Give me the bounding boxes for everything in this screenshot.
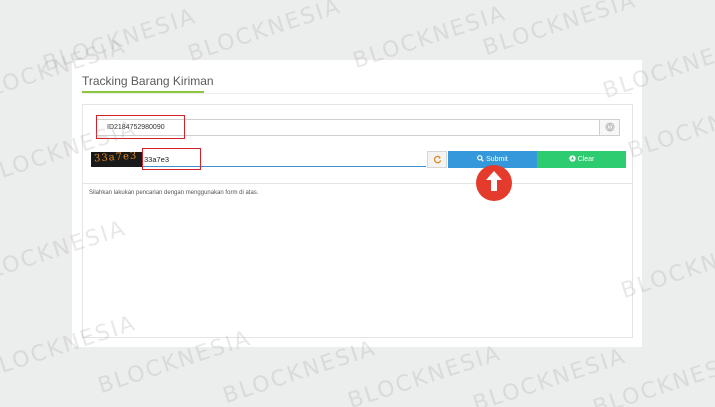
refresh-captcha-button[interactable] xyxy=(427,151,447,168)
submit-label: Submit xyxy=(486,156,508,163)
captcha-highlight-box xyxy=(142,148,201,170)
result-message: Silahkan lakukan pencarian dengan menggu… xyxy=(89,190,259,196)
tracking-input-addon xyxy=(600,119,620,136)
watermark-text: BLOCKNESIA xyxy=(590,347,715,407)
captcha-image: 33a7e3 xyxy=(91,152,142,167)
clear-label: Clear xyxy=(577,156,595,163)
recycle-icon xyxy=(568,155,576,164)
search-icon xyxy=(477,155,484,164)
refresh-icon xyxy=(433,151,442,169)
page-title: Tracking Barang Kiriman xyxy=(82,74,214,88)
tracking-highlight-box xyxy=(96,115,185,139)
watermark-text: BLOCKNESIA xyxy=(480,0,640,62)
captcha-image-text: 33a7e3 xyxy=(93,152,138,165)
fingerprint-icon xyxy=(605,119,615,137)
clear-button[interactable]: Clear xyxy=(537,151,626,168)
watermark-text: BLOCKNESIA xyxy=(470,343,630,407)
annotation-arrow xyxy=(476,165,512,201)
arrow-up-icon xyxy=(485,170,503,197)
tracking-panel: 33a7e3 Submit xyxy=(82,104,633,338)
watermark-text: BLOCKNESIA xyxy=(185,0,345,68)
tracking-card: Tracking Barang Kiriman 33a7e3 xyxy=(72,60,642,347)
title-divider xyxy=(82,93,632,94)
watermark-text: BLOCKNESIA xyxy=(345,340,505,407)
tracking-form: 33a7e3 Submit xyxy=(83,105,632,184)
